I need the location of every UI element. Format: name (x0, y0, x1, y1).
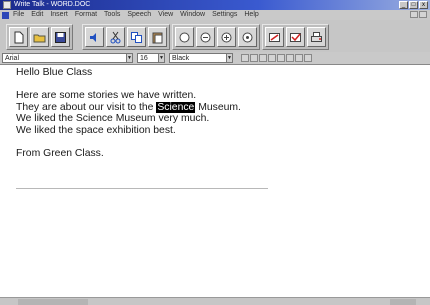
menu-format[interactable]: Format (75, 10, 97, 20)
close-button[interactable]: x (419, 1, 428, 9)
cut-icon (110, 31, 121, 43)
copy-button[interactable] (127, 27, 146, 47)
edit-toolbar-group (82, 24, 170, 50)
font-size-value: 16 (140, 54, 148, 62)
text-line[interactable]: From Green Class. (16, 148, 316, 160)
menu-insert[interactable]: Insert (50, 10, 68, 20)
text-segment[interactable]: Museum. (195, 102, 241, 113)
speak-all-button[interactable] (238, 27, 257, 47)
cut-button[interactable] (106, 27, 125, 47)
menu-file[interactable]: File (13, 10, 24, 20)
page-divider (16, 188, 268, 189)
menu-settings[interactable]: Settings (212, 10, 237, 20)
open-button[interactable] (30, 27, 49, 47)
text-line[interactable]: We liked the Science Museum very much. (16, 113, 316, 125)
document-icon[interactable] (2, 11, 9, 19)
main-toolbar (0, 20, 430, 52)
paste-icon (152, 32, 163, 43)
bold-button[interactable] (241, 54, 249, 62)
bullet-list-button[interactable] (295, 54, 303, 62)
new-document-icon (14, 31, 24, 43)
title-bar: Write Talk - WORD.DOC _ □ x (0, 0, 430, 10)
align-center-button[interactable] (277, 54, 285, 62)
document-text[interactable]: Hello Blue Class Here are some stories w… (16, 67, 316, 159)
color-select[interactable]: Black ▼ (169, 53, 233, 63)
menu-speech[interactable]: Speech (127, 10, 151, 20)
format-bar: Arial ▼ 16 ▼ Black ▼ (0, 52, 430, 64)
speech-toolbar-group (172, 24, 260, 50)
menu-window[interactable]: Window (180, 10, 205, 20)
speak-word-icon (200, 32, 211, 42)
font-size-select[interactable]: 16 ▼ (137, 53, 165, 63)
speak-all-icon (242, 32, 253, 42)
font-dropdown-arrow-icon[interactable]: ▼ (126, 53, 133, 63)
window-title: Write Talk - WORD.DOC (14, 1, 91, 8)
text-line[interactable]: Here are some stories we have written. (16, 90, 316, 102)
status-panel-right (390, 299, 416, 305)
save-button[interactable] (51, 27, 70, 47)
document-controls (410, 11, 427, 18)
color-dropdown-arrow-icon[interactable]: ▼ (226, 53, 233, 63)
new-document-button[interactable] (9, 27, 28, 47)
text-line[interactable]: We liked the space exhibition best. (16, 125, 316, 137)
speak-icon (90, 32, 96, 42)
text-segment[interactable]: They are about our visit to the (16, 102, 156, 113)
spell-check-button[interactable] (286, 27, 305, 47)
window-controls: _ □ x (399, 1, 428, 9)
save-icon (55, 31, 66, 43)
speak-letter-button[interactable] (175, 27, 194, 47)
align-right-button[interactable] (286, 54, 294, 62)
font-select[interactable]: Arial ▼ (2, 53, 133, 63)
doc-restore-button[interactable] (419, 11, 427, 18)
size-dropdown-arrow-icon[interactable]: ▼ (158, 53, 165, 63)
menu-help[interactable]: Help (244, 10, 258, 20)
menu-bar: File Edit Insert Format Tools Speech Vie… (0, 10, 430, 20)
speak-letter-icon (179, 32, 190, 42)
highlighted-word[interactable]: Science (156, 101, 196, 113)
spell-check-icon (290, 32, 301, 42)
align-left-button[interactable] (268, 54, 276, 62)
color-value: Black (172, 54, 190, 62)
menu-tools[interactable]: Tools (104, 10, 120, 20)
document-area[interactable]: Hello Blue Class Here are some stories w… (0, 64, 430, 297)
doc-minimize-button[interactable] (410, 11, 418, 18)
blank-line[interactable] (16, 79, 316, 91)
open-folder-icon (33, 34, 46, 42)
tools-toolbar-group (262, 24, 329, 50)
print-icon (311, 31, 322, 42)
speak-sentence-button[interactable] (217, 27, 236, 47)
font-name: Arial (5, 54, 20, 62)
italic-button[interactable] (250, 54, 258, 62)
minimize-button[interactable]: _ (399, 1, 408, 9)
maximize-button[interactable]: □ (409, 1, 418, 9)
copy-icon (131, 31, 142, 43)
speak-word-button[interactable] (196, 27, 215, 47)
word-bank-button[interactable] (265, 27, 284, 47)
speak-button[interactable] (85, 27, 104, 47)
word-bank-icon (269, 32, 280, 42)
print-button[interactable] (307, 27, 326, 47)
menu-edit[interactable]: Edit (31, 10, 43, 20)
text-line[interactable]: They are about our visit to the Science … (16, 101, 316, 114)
app-icon[interactable] (3, 1, 11, 9)
speak-sentence-icon (221, 32, 232, 42)
paste-button[interactable] (148, 27, 167, 47)
text-line[interactable]: Hello Blue Class (16, 67, 316, 79)
status-panel (18, 299, 88, 305)
style-buttons (241, 54, 312, 62)
blank-line[interactable] (16, 136, 316, 148)
menu-view[interactable]: View (158, 10, 173, 20)
file-toolbar-group (6, 24, 73, 50)
underline-button[interactable] (259, 54, 267, 62)
indent-button[interactable] (304, 54, 312, 62)
status-bar (0, 297, 430, 305)
